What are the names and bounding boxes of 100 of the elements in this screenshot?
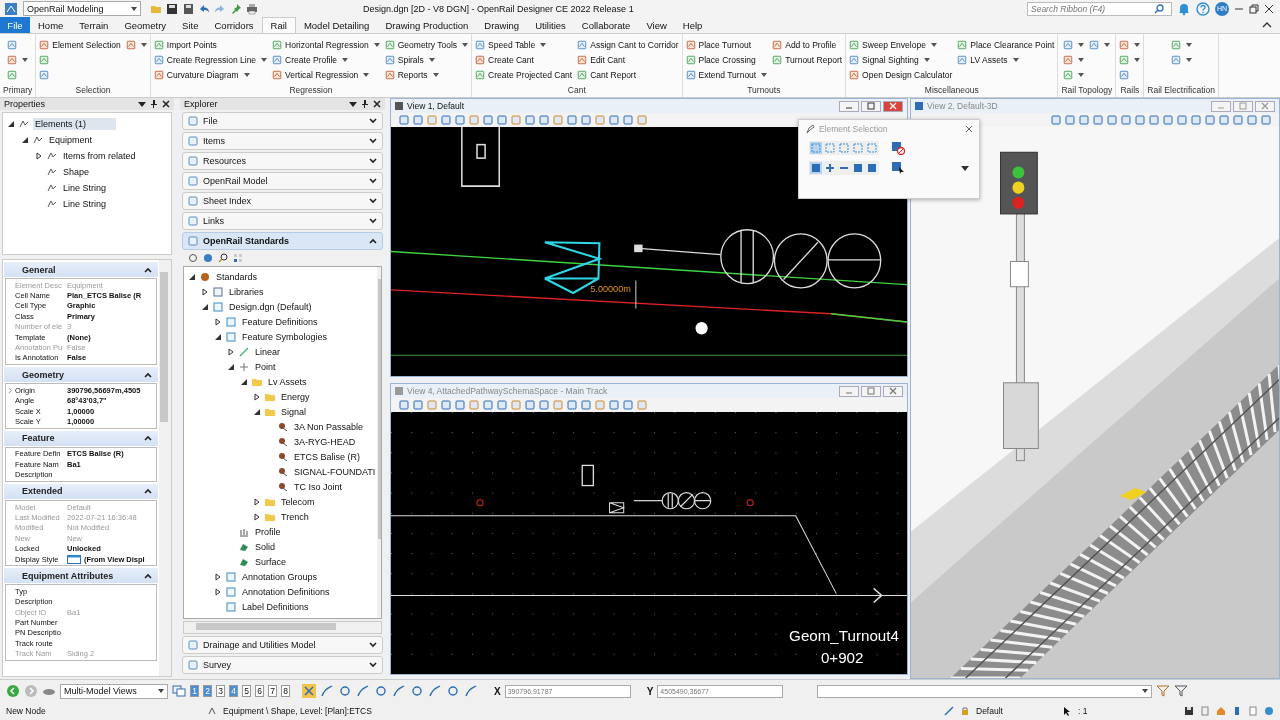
snap-icon[interactable] <box>446 684 460 698</box>
expander-icon[interactable] <box>21 136 29 144</box>
ribbon-button[interactable]: Edit Cant <box>577 52 679 67</box>
ribbon-tab[interactable]: Terrain <box>71 17 117 33</box>
expander-icon[interactable] <box>227 362 235 371</box>
tree-item[interactable]: Label Definitions <box>240 600 311 613</box>
tree-item[interactable]: Trench <box>279 510 311 523</box>
app-logo-icon[interactable] <box>4 1 18 16</box>
close-button[interactable] <box>883 385 903 397</box>
tree-item[interactable]: Feature Definitions <box>240 315 320 328</box>
collapse-icon[interactable] <box>144 571 152 580</box>
expander-icon[interactable] <box>253 407 261 416</box>
view-toggle[interactable]: 6 <box>255 685 264 697</box>
tree-item[interactable]: Energy <box>279 390 312 403</box>
section-header[interactable]: General <box>4 262 158 277</box>
expander-icon[interactable] <box>188 272 196 281</box>
view-toggle[interactable]: 3 <box>216 685 225 697</box>
ribbon-button[interactable]: Create Projected Cant <box>475 67 573 82</box>
ribbon-tab[interactable]: Drawing <box>476 17 528 33</box>
ribbon-button[interactable]: Curvature Diagram <box>153 67 268 82</box>
view-toggle[interactable]: 5 <box>242 685 251 697</box>
ribbon-button[interactable]: Sweep Envelope <box>849 37 953 52</box>
selection-method-icon[interactable] <box>852 142 864 154</box>
filter-icon[interactable] <box>1174 684 1189 698</box>
ribbon-tab[interactable]: Drawing Production <box>377 17 477 33</box>
explorer-section[interactable]: Links <box>182 212 383 230</box>
snap-icon[interactable] <box>374 684 388 698</box>
expander-icon[interactable] <box>214 572 222 581</box>
ribbon-tab[interactable]: Collaborate <box>573 17 639 33</box>
ribbon-button[interactable]: Reports <box>384 67 469 82</box>
tree-item[interactable]: Line String <box>61 182 109 194</box>
close-icon[interactable] <box>162 100 170 108</box>
expander-icon[interactable] <box>253 497 261 506</box>
panel-menu-icon[interactable] <box>138 100 146 108</box>
tree-item[interactable]: Elements (1) <box>33 118 117 130</box>
minimize-button[interactable] <box>1211 100 1231 112</box>
tree-item[interactable]: Feature Symbologies <box>240 330 330 343</box>
section-header[interactable]: Feature <box>4 430 158 446</box>
maximize-button[interactable] <box>861 100 881 112</box>
ribbon-tab[interactable]: Help <box>674 17 711 33</box>
close-button[interactable] <box>1255 100 1275 112</box>
pin-icon[interactable] <box>361 100 369 108</box>
grid-icon[interactable] <box>233 253 243 263</box>
ribbon-button[interactable]: Create Profile <box>272 52 380 67</box>
expander-icon[interactable] <box>214 332 222 341</box>
section-header[interactable]: Equipment Attributes <box>4 568 158 584</box>
collapse-icon[interactable] <box>144 370 152 379</box>
ribbon-button[interactable]: Turnout Report <box>772 52 843 67</box>
tree-item[interactable]: Profile <box>253 525 283 538</box>
caret-icon[interactable] <box>158 689 164 693</box>
select-all-icon[interactable] <box>891 161 905 175</box>
selection-mode-icon[interactable] <box>852 162 864 174</box>
ribbon-tab[interactable]: Utilities <box>527 17 574 33</box>
explorer-section[interactable]: Drainage and Utilities Model <box>182 636 383 654</box>
expander-icon[interactable] <box>240 377 248 386</box>
explorer-section[interactable]: Resources <box>182 152 383 170</box>
search-icon[interactable] <box>1154 3 1164 14</box>
pin-icon[interactable] <box>150 100 158 108</box>
help-icon[interactable] <box>1196 1 1210 16</box>
expander-icon[interactable] <box>7 120 15 128</box>
ribbon-button[interactable]: Vertical Regression <box>272 67 380 82</box>
filter-icon[interactable] <box>1156 684 1171 698</box>
tree-item[interactable]: 3A Non Passable <box>292 420 366 433</box>
page-icon[interactable] <box>1248 706 1258 716</box>
ribbon-button[interactable]: Place Clearance Point <box>957 37 1055 52</box>
ribbon-button[interactable]: Import Points <box>153 37 268 52</box>
ribbon-button[interactable]: Add to Profile <box>772 37 843 52</box>
search-icon[interactable] <box>218 253 228 263</box>
collapse-icon[interactable] <box>144 434 152 443</box>
tree-item[interactable]: Lv Assets <box>266 375 309 388</box>
snap-icon[interactable] <box>428 684 442 698</box>
selection-mode-icon[interactable] <box>824 162 836 174</box>
collapse-icon[interactable] <box>144 487 152 496</box>
database-icon[interactable] <box>203 253 213 263</box>
ribbon-tab[interactable]: Site <box>174 17 207 33</box>
ribbon-button[interactable]: LV Assets <box>957 52 1055 67</box>
expander-icon[interactable] <box>214 587 222 596</box>
explorer-section[interactable]: OpenRail Standards <box>182 232 383 250</box>
windows-icon[interactable] <box>172 684 186 698</box>
selection-mode-icon[interactable] <box>810 162 822 174</box>
tree-item[interactable]: Shape <box>61 166 92 178</box>
tree-item[interactable]: Line String <box>61 198 109 210</box>
section-header[interactable]: Extended <box>4 483 158 499</box>
collapse-icon[interactable] <box>144 265 152 274</box>
selection-method-icon[interactable] <box>866 142 878 154</box>
ribbon-tab[interactable]: Corridors <box>206 17 262 33</box>
bar-icon[interactable] <box>1232 706 1242 716</box>
explorer-section[interactable]: Sheet Index <box>182 192 383 210</box>
clear-selection-icon[interactable] <box>891 141 905 155</box>
panel-menu-icon[interactable] <box>349 100 357 108</box>
view-group-dropdown[interactable]: Multi-Model Views <box>60 683 168 699</box>
view-toggle[interactable]: 8 <box>281 685 290 697</box>
ribbon-tab[interactable]: Home <box>30 17 72 33</box>
expander-icon[interactable] <box>253 392 261 401</box>
minimize-button[interactable] <box>839 100 859 112</box>
explorer-section[interactable]: Items <box>182 132 383 150</box>
tree-item[interactable]: Standards <box>214 270 260 283</box>
back-icon[interactable] <box>6 684 20 698</box>
explorer-section[interactable]: Survey <box>182 656 383 674</box>
ribbon-button[interactable]: Cant Report <box>577 67 679 82</box>
